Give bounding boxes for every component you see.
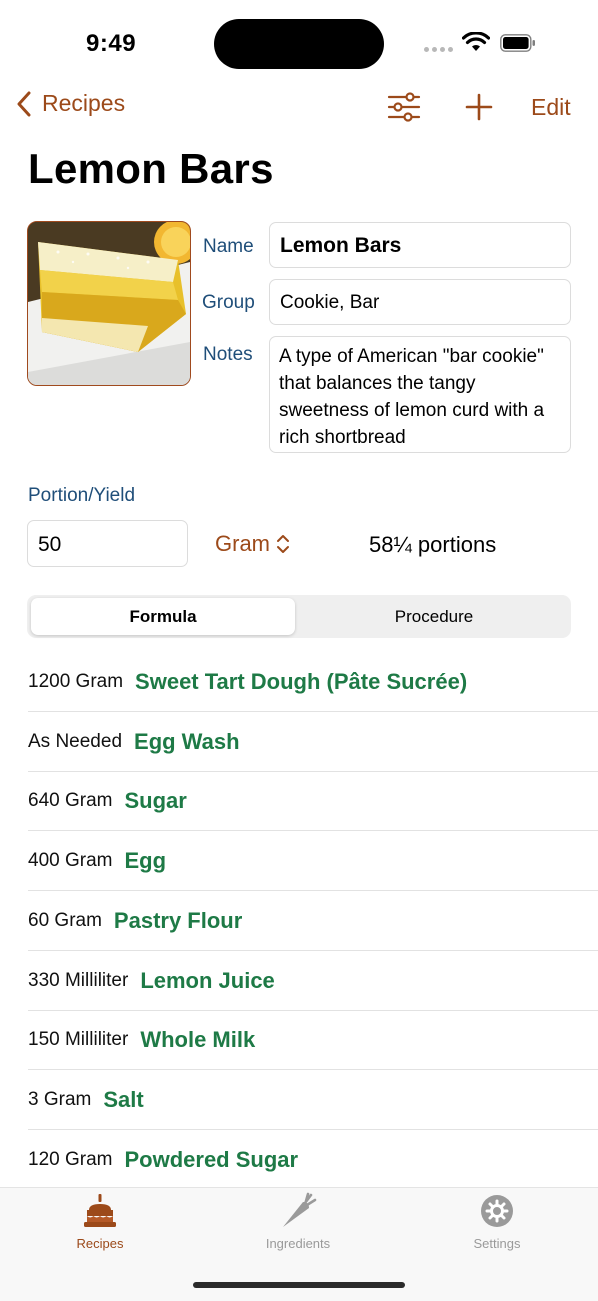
battery-icon — [500, 34, 535, 52]
chevron-up-down-icon — [277, 535, 289, 553]
filter-sliders-icon[interactable] — [386, 92, 422, 122]
segment-formula[interactable]: Formula — [31, 598, 295, 635]
lemon-bar-image — [28, 222, 190, 385]
portion-yield-input[interactable]: 50 — [27, 520, 188, 567]
ingredient-quantity: 1200 Gram — [28, 670, 124, 692]
ingredient-row[interactable]: 60 Gram Pastry Flour — [28, 891, 598, 951]
cellular-signal-icon — [424, 47, 453, 52]
ingredient-row[interactable]: 150 Milliliter Whole Milk — [28, 1010, 598, 1070]
ingredient-name[interactable]: Egg Wash — [134, 729, 240, 755]
ingredient-quantity: As Needed — [28, 730, 123, 752]
ingredient-row[interactable]: 3 Gram Salt — [28, 1070, 598, 1130]
ingredient-name[interactable]: Lemon Juice — [140, 968, 274, 994]
notes-label: Notes — [203, 344, 253, 365]
edit-button[interactable]: Edit — [531, 94, 571, 121]
tab-settings-label: Settings — [473, 1236, 521, 1251]
group-label: Group — [202, 292, 255, 313]
ingredient-quantity: 60 Gram — [28, 909, 102, 931]
ingredient-name[interactable]: Sugar — [124, 788, 186, 814]
ingredient-row[interactable]: 330 Milliliter Lemon Juice — [28, 951, 598, 1011]
portions-count: 58¼ portions — [369, 532, 497, 557]
ingredient-name[interactable]: Pastry Flour — [114, 908, 242, 934]
group-field[interactable]: Cookie, Bar — [269, 279, 571, 325]
status-time: 9:49 — [86, 30, 137, 57]
tab-ingredients[interactable]: Ingredients — [238, 1192, 358, 1251]
ingredient-quantity: 150 Milliliter — [28, 1028, 129, 1050]
name-label: Name — [203, 236, 254, 257]
name-field[interactable]: Lemon Bars — [269, 222, 571, 268]
ingredient-row[interactable]: 120 Gram Powdered Sugar — [28, 1130, 598, 1190]
unit-selector-label: Gram — [215, 531, 270, 556]
back-button[interactable]: Recipes — [16, 90, 125, 117]
chevron-left-icon — [17, 91, 31, 116]
ingredient-row[interactable]: 400 Gram Egg — [28, 831, 598, 891]
ingredient-name[interactable]: Whole Milk — [140, 1027, 255, 1053]
cake-icon — [84, 1194, 116, 1227]
carrot-icon — [283, 1192, 317, 1227]
tab-ingredients-label: Ingredients — [265, 1236, 331, 1251]
portion-yield-label: Portion/Yield — [28, 485, 136, 506]
tab-settings[interactable]: Settings — [437, 1192, 557, 1251]
recipe-photo[interactable] — [27, 221, 191, 386]
ingredient-row[interactable]: As Needed Egg Wash — [28, 712, 598, 772]
wifi-icon — [462, 32, 490, 51]
tab-recipes-label: Recipes — [76, 1236, 124, 1251]
ingredient-quantity: 400 Gram — [28, 849, 113, 871]
ingredient-quantity: 330 Milliliter — [28, 969, 129, 991]
ingredient-name[interactable]: Sweet Tart Dough (Pâte Sucrée) — [135, 669, 467, 695]
segment-procedure[interactable]: Procedure — [299, 598, 569, 635]
ingredient-row[interactable]: 1200 Gram Sweet Tart Dough (Pâte Sucrée) — [28, 652, 598, 712]
back-button-label: Recipes — [42, 90, 126, 116]
dynamic-island — [214, 19, 384, 69]
ingredient-name[interactable]: Egg — [124, 848, 166, 874]
ingredient-name[interactable]: Salt — [103, 1087, 143, 1113]
add-icon[interactable] — [464, 92, 494, 122]
unit-selector[interactable]: Gram — [215, 531, 290, 557]
ingredient-name[interactable]: Powdered Sugar — [124, 1147, 298, 1173]
home-indicator[interactable] — [193, 1282, 405, 1288]
notes-field[interactable]: A type of American "bar cookie" that bal… — [269, 336, 571, 453]
ingredient-quantity: 640 Gram — [28, 789, 113, 811]
ingredient-row[interactable]: 640 Gram Sugar — [28, 771, 598, 831]
tab-recipes[interactable]: Recipes — [40, 1192, 160, 1251]
ingredient-quantity: 120 Gram — [28, 1149, 113, 1170]
ingredient-quantity: 3 Gram — [28, 1088, 92, 1110]
gear-icon — [481, 1195, 513, 1227]
page-title: Lemon Bars — [28, 145, 274, 192]
